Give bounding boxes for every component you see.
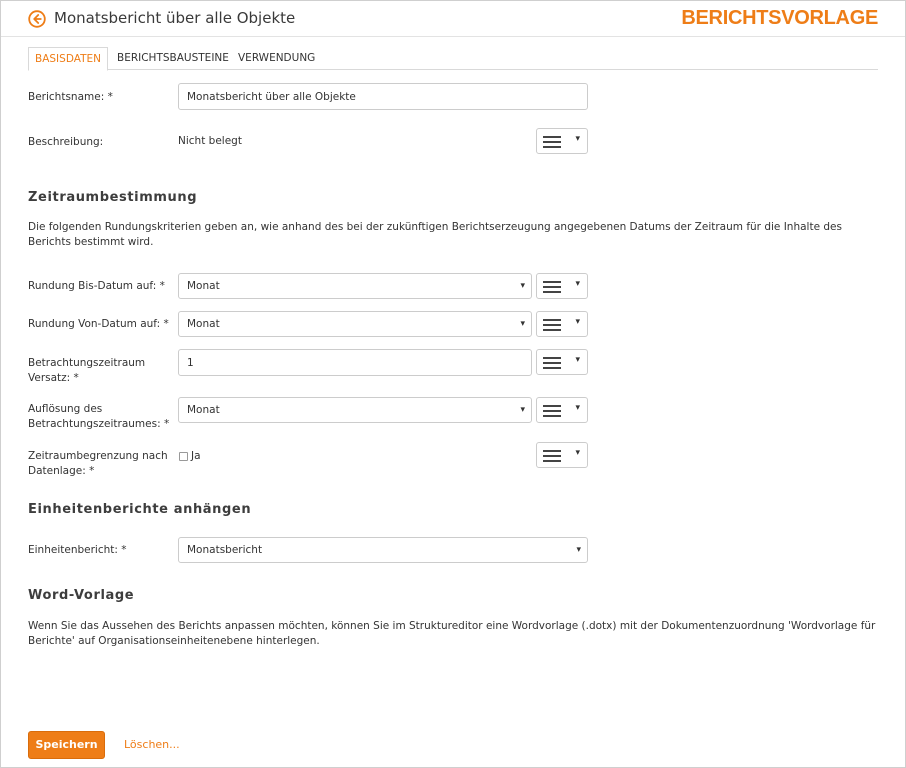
section-title-einheiten: Einheitenberichte anhängen <box>28 502 252 517</box>
tab-verwendung[interactable]: VERWENDUNG <box>232 47 321 70</box>
brand-label: BERICHTSVORLAGE <box>681 7 878 29</box>
section-title-zeitraum: Zeitraumbestimmung <box>28 190 198 205</box>
aufloesung-label-line2: Betrachtungszeitraumes: * <box>28 418 170 430</box>
beschreibung-label: Beschreibung: <box>28 136 104 148</box>
von-datum-menu-button[interactable]: ▾ <box>536 311 588 337</box>
begrenzung-checkbox[interactable] <box>179 452 188 461</box>
zeitraum-description: Die folgenden Rundungskriterien geben an… <box>28 221 842 248</box>
caret-down-icon: ▾ <box>575 355 580 365</box>
header-bar: Monatsbericht über alle Objekte BERICHTS… <box>1 1 905 37</box>
arrow-left-circle-icon[interactable] <box>28 10 46 28</box>
tab-berichtsbausteine[interactable]: BERICHTSBAUSTEINE <box>111 47 235 70</box>
hamburger-menu-icon <box>543 405 561 417</box>
begrenzung-label-line2: Datenlage: * <box>28 465 95 477</box>
caret-down-icon: ▾ <box>575 134 580 144</box>
aufloesung-menu-button[interactable]: ▾ <box>536 397 588 423</box>
bis-datum-value: Monat <box>187 280 220 292</box>
save-button[interactable]: Speichern <box>28 731 105 759</box>
caret-down-icon: ▾ <box>520 405 525 415</box>
beschreibung-menu-button[interactable]: ▾ <box>536 128 588 154</box>
begrenzung-label: Zeitraumbegrenzung nach Datenlage: * <box>28 449 168 479</box>
berichtsname-label: Berichtsname: * <box>28 91 113 103</box>
hamburger-menu-icon <box>543 281 561 293</box>
bis-datum-select[interactable]: Monat ▾ <box>178 273 532 299</box>
hamburger-menu-icon <box>543 450 561 462</box>
bis-datum-menu-button[interactable]: ▾ <box>536 273 588 299</box>
versatz-label-line2: Versatz: * <box>28 372 79 384</box>
caret-down-icon: ▾ <box>575 317 580 327</box>
begrenzung-checkbox-label[interactable]: Ja <box>191 450 201 462</box>
page-title: Monatsbericht über alle Objekte <box>54 9 296 27</box>
beschreibung-value: Nicht belegt <box>178 135 242 147</box>
einheitenbericht-label: Einheitenbericht: * <box>28 544 127 556</box>
aufloesung-label-line1: Auflösung des <box>28 403 103 415</box>
hamburger-menu-icon <box>543 319 561 331</box>
word-description: Wenn Sie das Aussehen des Berichts anpas… <box>28 620 876 647</box>
begrenzung-label-line1: Zeitraumbegrenzung nach <box>28 450 168 462</box>
hamburger-menu-icon <box>543 136 561 148</box>
caret-down-icon: ▾ <box>520 281 525 291</box>
von-datum-value: Monat <box>187 318 220 330</box>
berichtsname-input[interactable] <box>178 83 588 110</box>
versatz-label-line1: Betrachtungszeitraum <box>28 357 146 369</box>
caret-down-icon: ▾ <box>575 403 580 413</box>
aufloesung-label: Auflösung des Betrachtungszeitraumes: * <box>28 402 169 432</box>
begrenzung-menu-button[interactable]: ▾ <box>536 442 588 468</box>
caret-down-icon: ▾ <box>520 319 525 329</box>
bis-datum-label: Rundung Bis-Datum auf: * <box>28 280 165 292</box>
versatz-menu-button[interactable]: ▾ <box>536 349 588 375</box>
section-title-word: Word-Vorlage <box>28 588 135 603</box>
aufloesung-value: Monat <box>187 404 220 416</box>
report-template-window: Monatsbericht über alle Objekte BERICHTS… <box>0 0 906 768</box>
tab-bar: BASISDATEN BERICHTSBAUSTEINE VERWENDUNG <box>28 47 878 71</box>
von-datum-select[interactable]: Monat ▾ <box>178 311 532 337</box>
versatz-input[interactable] <box>178 349 532 376</box>
hamburger-menu-icon <box>543 357 561 369</box>
versatz-label: Betrachtungszeitraum Versatz: * <box>28 356 145 386</box>
caret-down-icon: ▾ <box>575 279 580 289</box>
caret-down-icon: ▾ <box>575 448 580 458</box>
einheitenbericht-select[interactable]: Monatsbericht ▾ <box>178 537 588 563</box>
tab-basisdaten[interactable]: BASISDATEN <box>28 47 108 71</box>
caret-down-icon: ▾ <box>576 545 581 555</box>
von-datum-label: Rundung Von-Datum auf: * <box>28 318 169 330</box>
delete-link[interactable]: Löschen... <box>124 738 180 751</box>
aufloesung-select[interactable]: Monat ▾ <box>178 397 532 423</box>
einheitenbericht-value: Monatsbericht <box>187 544 263 556</box>
